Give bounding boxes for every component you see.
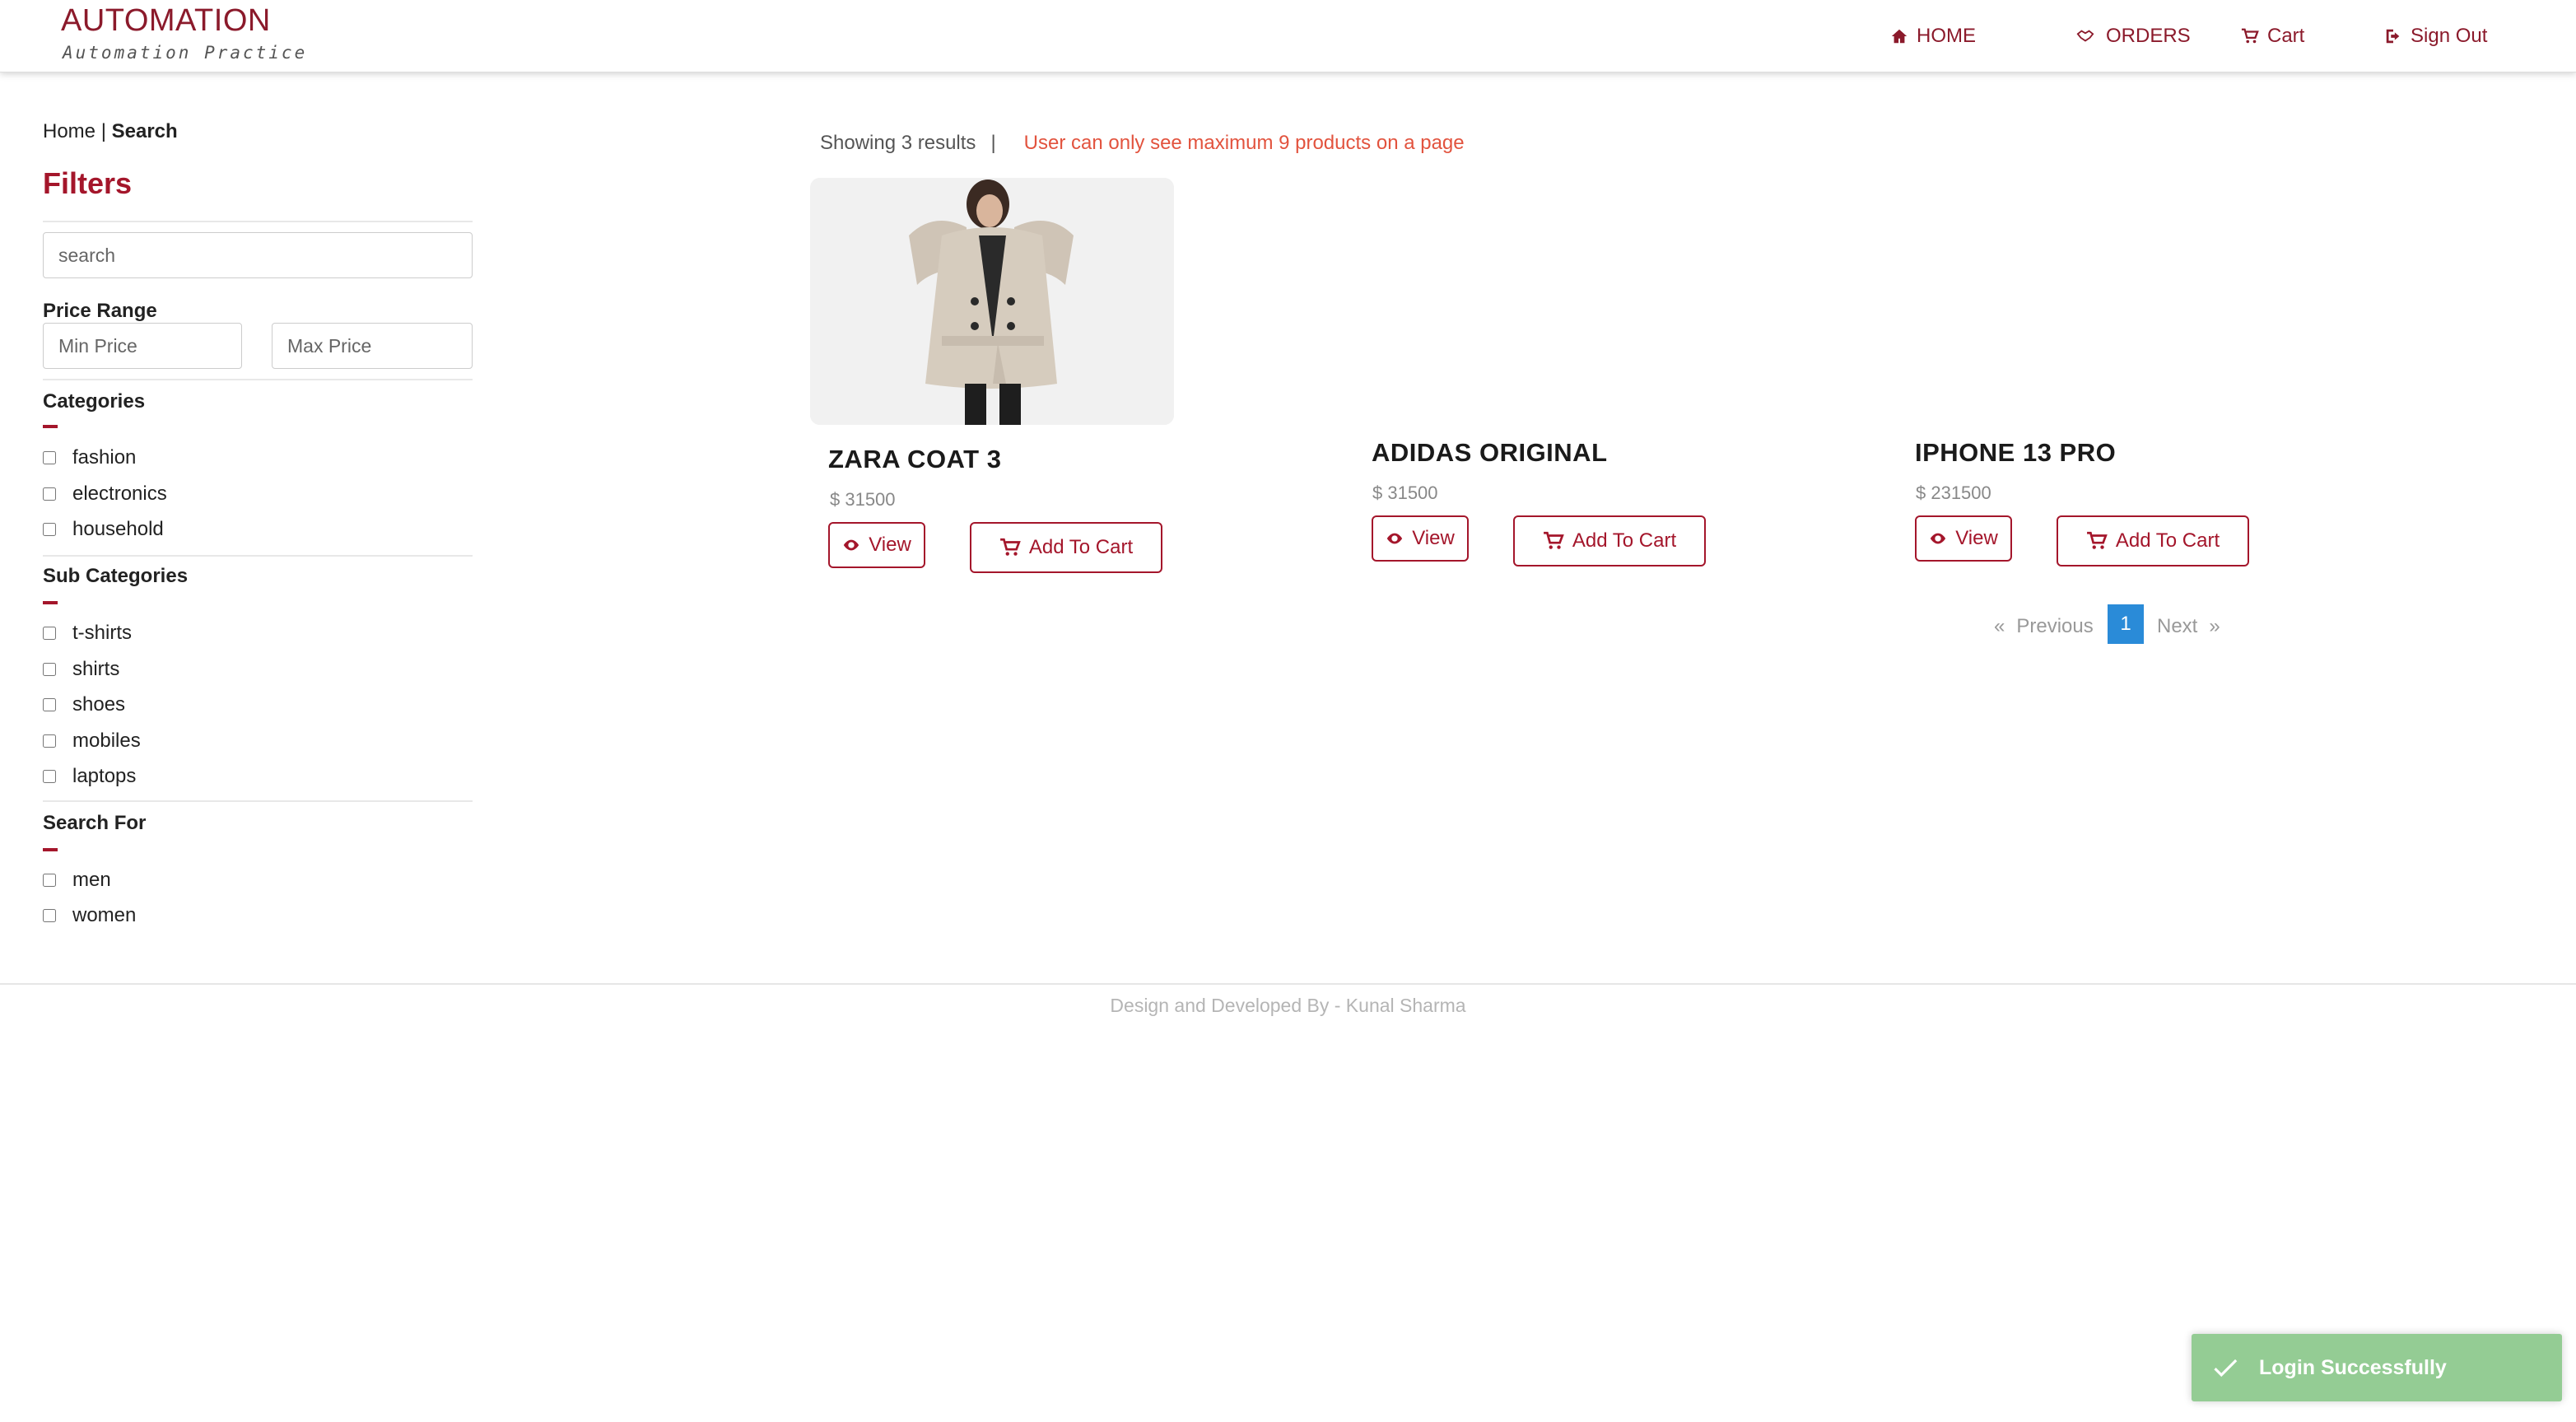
check-icon	[2214, 1359, 2238, 1378]
add-to-cart-button[interactable]: Add To Cart	[970, 522, 1162, 573]
sign-out-icon	[2386, 29, 2400, 44]
view-button[interactable]: View	[1915, 515, 2012, 562]
footer-text: Design and Developed By - Kunal Sharma	[1110, 995, 1466, 1016]
cart-icon	[999, 538, 1021, 556]
subcategory-checkbox[interactable]	[43, 663, 56, 676]
divider	[43, 555, 473, 557]
price-range-label: Price Range	[43, 300, 157, 322]
previous-label: Previous	[2016, 615, 2094, 637]
next-arrow: »	[2209, 615, 2220, 637]
home-icon	[1891, 29, 1908, 44]
searchfor-checkbox[interactable]	[43, 874, 56, 887]
searchfor-women[interactable]: women	[43, 904, 136, 927]
login-success-toast[interactable]: Login Successfully	[2192, 1334, 2562, 1401]
product-price: $ 31500	[1372, 483, 1438, 503]
add-to-cart-button[interactable]: Add To Cart	[1513, 515, 1706, 566]
category-electronics[interactable]: electronics	[43, 483, 167, 506]
subcategory-checkbox[interactable]	[43, 698, 56, 711]
eye-icon	[1387, 533, 1403, 544]
divider	[43, 800, 473, 802]
product-name: ZARA COAT 3	[828, 445, 1002, 473]
searchfor-men[interactable]: men	[43, 869, 111, 892]
category-household[interactable]: household	[43, 518, 164, 541]
subcategory-tshirts[interactable]: t-shirts	[43, 622, 132, 645]
results-warning: User can only see maximum 9 products on …	[1023, 132, 1465, 154]
eye-icon	[1931, 533, 1946, 544]
nav-cart-label: Cart	[2267, 25, 2305, 47]
subcategory-checkbox[interactable]	[43, 734, 56, 748]
brand-title[interactable]: AUTOMATION	[61, 3, 271, 39]
previous-arrow: «	[1994, 615, 2005, 637]
search-for-label: Search For	[43, 812, 147, 834]
searchfor-checkbox[interactable]	[43, 909, 56, 922]
breadcrumb: Home | Search	[43, 120, 178, 143]
product-name: ADIDAS ORIGINAL	[1372, 438, 1608, 467]
subcategories-label: Sub Categories	[43, 565, 189, 587]
eye-icon	[844, 539, 859, 551]
product-price: $ 231500	[1916, 483, 1991, 503]
subcategory-mobiles[interactable]: mobiles	[43, 730, 141, 753]
pagination-page-1[interactable]: 1	[2108, 604, 2144, 644]
nav-home-button[interactable]: HOME	[1890, 23, 1976, 49]
pagination-previous[interactable]: « Previous	[1994, 608, 2094, 646]
coat-model-image	[810, 178, 1174, 425]
top-navbar: AUTOMATION Automation Practice HOME ORDE…	[0, 0, 2576, 72]
toast-message: Login Successfully	[2259, 1355, 2447, 1379]
cart-icon	[2241, 28, 2259, 44]
section-accent	[43, 848, 58, 851]
nav-orders-label: ORDERS	[2106, 25, 2191, 47]
footer-divider	[0, 983, 2576, 985]
brand-subtitle: Automation Practice	[63, 43, 308, 63]
nav-signout-label: Sign Out	[2411, 25, 2488, 47]
pagination-next[interactable]: Next »	[2157, 608, 2220, 646]
nav-cart-button[interactable]: Cart	[2241, 23, 2304, 49]
nav-orders-button[interactable]: ORDERS	[2073, 23, 2191, 49]
next-label: Next	[2157, 615, 2198, 637]
category-fashion[interactable]: fashion	[43, 446, 136, 469]
handshake-icon	[2076, 30, 2094, 42]
results-count: Showing 3 results	[820, 132, 976, 154]
product-price: $ 31500	[830, 489, 896, 510]
search-input[interactable]	[43, 232, 473, 278]
category-checkbox[interactable]	[43, 523, 56, 536]
product-name: IPHONE 13 PRO	[1915, 438, 2117, 467]
subcategory-checkbox[interactable]	[43, 770, 56, 783]
divider	[43, 379, 473, 380]
view-button[interactable]: View	[828, 522, 925, 568]
filters-title: Filters	[43, 166, 133, 200]
subcategory-shoes[interactable]: shoes	[43, 693, 125, 716]
breadcrumb-separator: |	[100, 120, 106, 142]
section-accent	[43, 601, 58, 604]
min-price-input[interactable]	[43, 323, 242, 369]
add-to-cart-button[interactable]: Add To Cart	[2057, 515, 2249, 566]
cart-icon	[2086, 531, 2108, 549]
breadcrumb-current: Search	[111, 120, 178, 142]
results-separator: |	[990, 132, 996, 154]
results-info: Showing 3 results | User can only see maxi…	[820, 132, 1465, 155]
product-image[interactable]	[810, 178, 1174, 425]
max-price-input[interactable]	[272, 323, 473, 369]
subcategory-checkbox[interactable]	[43, 627, 56, 640]
nav-signout-button[interactable]: Sign Out	[2384, 23, 2487, 49]
divider	[43, 221, 473, 222]
section-accent	[43, 425, 58, 428]
cart-icon	[1543, 531, 1564, 549]
category-checkbox[interactable]	[43, 487, 56, 501]
breadcrumb-home[interactable]: Home	[43, 120, 95, 142]
category-checkbox[interactable]	[43, 451, 56, 464]
categories-label: Categories	[43, 390, 146, 413]
nav-home-label: HOME	[1917, 25, 1976, 47]
view-button[interactable]: View	[1372, 515, 1469, 562]
subcategory-laptops[interactable]: laptops	[43, 765, 136, 788]
subcategory-shirts[interactable]: shirts	[43, 658, 119, 681]
